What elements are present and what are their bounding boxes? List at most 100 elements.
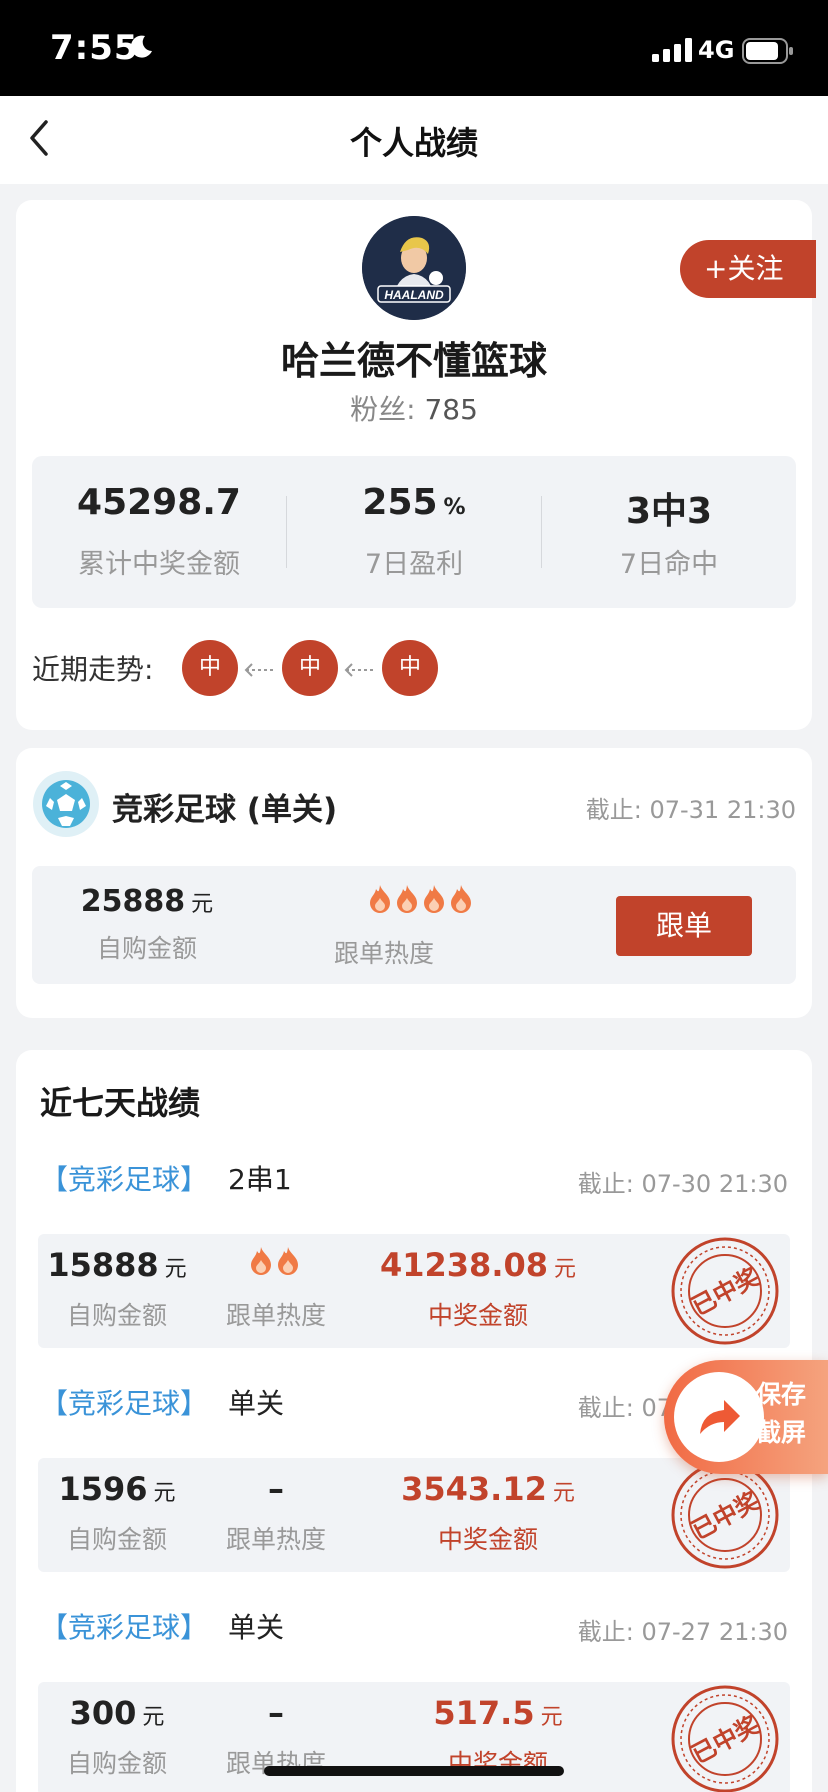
- self-buy-amount: 300 元 自购金额: [42, 1694, 192, 1780]
- prize-value: 41238.08: [379, 1246, 548, 1284]
- flame-icon: [251, 1247, 271, 1275]
- profile-card: HAALAND +关注 哈兰德不懂篮球 粉丝: 785 45298.7 累计中奖…: [16, 200, 816, 730]
- amount-value: 15888: [47, 1246, 159, 1284]
- home-indicator: [264, 1766, 564, 1776]
- flame-icon: [278, 1247, 298, 1275]
- status-bar: 7:55 4G: [0, 0, 828, 96]
- yuan-unit: 元: [552, 1481, 575, 1506]
- amount-label: 自购金额: [66, 1525, 167, 1554]
- won-stamp-icon: 已中奖: [671, 1237, 779, 1345]
- record-row[interactable]: 1596 元 自购金额 – 跟单热度 3543.12 元 中奖金额 已中奖: [38, 1458, 790, 1572]
- record-tag: 【竞彩足球】: [40, 1163, 209, 1196]
- heat-label: 跟单热度: [225, 1301, 326, 1330]
- prize-amount: 3543.12 元 中奖金额: [398, 1470, 578, 1556]
- self-buy-amount: 25888 元 自购金额: [72, 884, 222, 965]
- save-screenshot-button[interactable]: 保存 截屏: [664, 1360, 828, 1474]
- moon-icon: [130, 35, 152, 58]
- record-tag: 【竞彩足球】: [40, 1387, 209, 1420]
- follow-heat: – 跟单热度: [206, 1470, 346, 1556]
- fans-count: 粉丝: 785: [16, 388, 812, 428]
- stat-value: 3中3: [625, 491, 713, 532]
- flame-icon: [397, 885, 417, 913]
- stat-total-prize: 45298.7 累计中奖金额: [32, 482, 286, 581]
- yuan-unit: 元: [142, 1705, 165, 1730]
- football-icon: [33, 771, 99, 837]
- heat-label: 跟单热度: [334, 939, 435, 968]
- float-label-line: 截屏: [756, 1418, 807, 1447]
- yuan-unit: 元: [540, 1705, 563, 1730]
- follow-order-button[interactable]: 跟单: [616, 896, 752, 956]
- float-label-line: 保存: [756, 1380, 807, 1409]
- flame-icon: [424, 885, 444, 913]
- arrow-left-icon: [244, 663, 274, 677]
- stats-panel: 45298.7 累计中奖金额 255% 7日盈利 3中3 7日命中: [32, 456, 796, 608]
- follow-heat: 跟单热度: [206, 1246, 346, 1332]
- status-time: 7:55: [50, 28, 139, 68]
- trend-result: 中: [282, 640, 338, 696]
- nav-bar: 个人战绩: [0, 96, 828, 184]
- self-buy-amount: 1596 元 自购金额: [42, 1470, 192, 1556]
- record-deadline: 截止: 07-27 21:30: [577, 1618, 788, 1646]
- plan-title: 竞彩足球 (单关): [112, 792, 338, 828]
- stat-value: 255: [362, 482, 438, 523]
- arrow-left-icon: [344, 663, 374, 677]
- prize-label: 中奖金额: [427, 1301, 528, 1330]
- record-deadline: 截止: 07-30 21:30: [577, 1170, 788, 1198]
- heat-flames: [368, 884, 476, 916]
- flame-icon: [370, 885, 390, 913]
- stat-label: 7日盈利: [364, 549, 464, 580]
- page-title: 个人战绩: [349, 124, 478, 162]
- stat-label: 累计中奖金额: [78, 549, 240, 580]
- prize-value: 3543.12: [401, 1470, 547, 1508]
- heat-label: 跟单热度: [225, 1525, 326, 1554]
- avatar-text: HAALAND: [384, 288, 444, 302]
- plan-summary: 25888 元 自购金额 跟单热度 跟单: [32, 866, 796, 984]
- won-stamp-icon: 已中奖: [671, 1461, 779, 1569]
- avatar-image: HAALAND: [362, 216, 466, 320]
- trend-result: 中: [382, 640, 438, 696]
- fans-label: 粉丝:: [350, 393, 416, 426]
- record-type: 2串1: [228, 1163, 292, 1196]
- stat-unit: %: [443, 495, 466, 520]
- heat-value: –: [268, 1470, 284, 1508]
- amount-label: 自购金额: [66, 1749, 167, 1778]
- stat-7day-profit: 255% 7日盈利: [287, 482, 541, 581]
- share-circle: [674, 1372, 764, 1462]
- prize-label: 中奖金额: [437, 1525, 538, 1554]
- float-button-label: 保存 截屏: [756, 1376, 806, 1452]
- yuan-unit: 元: [554, 1257, 577, 1282]
- yuan-unit: 元: [191, 892, 214, 917]
- section-title: 近七天战绩: [40, 1084, 201, 1122]
- amount-label: 自购金额: [96, 934, 197, 963]
- amount-value: 300: [69, 1694, 137, 1732]
- avatar[interactable]: HAALAND: [362, 216, 466, 320]
- prize-amount: 41238.08 元 中奖金额: [378, 1246, 578, 1332]
- user-name: 哈兰德不懂篮球: [280, 339, 547, 383]
- prize-value: 517.5: [433, 1694, 535, 1732]
- trend-label: 近期走势:: [32, 653, 154, 686]
- heat-flames: [206, 1246, 346, 1288]
- network-type: 4G: [698, 36, 735, 64]
- amount-label: 自购金额: [66, 1301, 167, 1330]
- heat-value: –: [268, 1694, 284, 1732]
- amount-value: 1596: [58, 1470, 148, 1508]
- signal-icon: [652, 38, 692, 62]
- record-type: 单关: [228, 1611, 285, 1644]
- stat-7day-hit: 3中3 7日命中: [542, 482, 796, 581]
- stat-value: 45298.7: [77, 482, 241, 523]
- share-arrow-icon: [700, 1400, 740, 1434]
- record-tag: 【竞彩足球】: [40, 1611, 209, 1644]
- plan-card[interactable]: 竞彩足球 (单关) 截止: 07-31 21:30 25888 元 自购金额 跟单…: [16, 748, 812, 1018]
- record-row[interactable]: 15888 元 自购金额 跟单热度 41238.08 元 中奖金额 已中奖: [38, 1234, 790, 1348]
- record-type: 单关: [228, 1387, 285, 1420]
- won-stamp-icon: 已中奖: [671, 1685, 779, 1792]
- follow-button[interactable]: +关注: [680, 240, 816, 298]
- battery-icon: [742, 38, 793, 64]
- plan-deadline: 截止: 07-31 21:30: [585, 796, 796, 824]
- yuan-unit: 元: [153, 1481, 176, 1506]
- trend-result: 中: [182, 640, 238, 696]
- self-buy-amount: 15888 元 自购金额: [42, 1246, 192, 1332]
- amount-value: 25888: [80, 884, 186, 919]
- stat-label: 7日命中: [619, 549, 719, 580]
- yuan-unit: 元: [164, 1257, 187, 1282]
